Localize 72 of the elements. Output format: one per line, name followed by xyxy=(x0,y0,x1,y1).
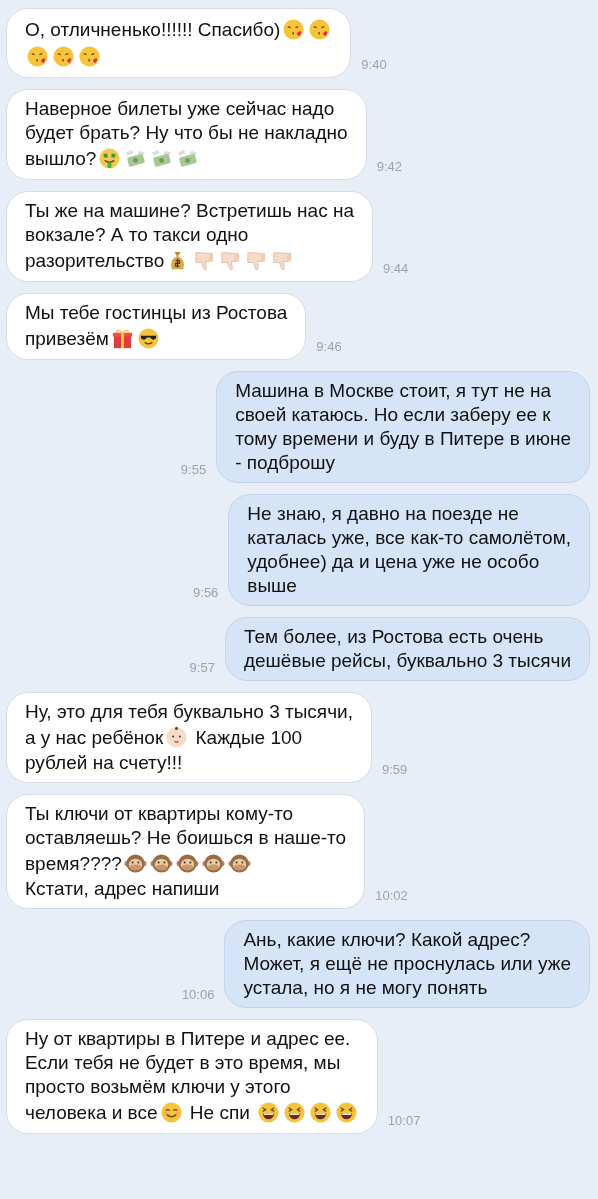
message-text: Кстати, адрес напиши xyxy=(25,877,220,901)
message-text: Ну, это для тебя буквально 3 тысячи, xyxy=(25,700,353,724)
message-text: вышло? xyxy=(25,146,97,171)
thumbs-down-icon xyxy=(244,249,268,272)
thumbs-down-icon xyxy=(218,249,242,272)
message-text: дешёвые рейсы, буквально 3 тысячи xyxy=(243,649,571,673)
message-text: Ты же на машине? Встретишь нас на xyxy=(25,199,354,223)
message-text: разорительство xyxy=(25,248,165,273)
flying-money-icon xyxy=(150,147,174,170)
message-time: 10:02 xyxy=(375,888,408,903)
baby-face-icon xyxy=(165,726,189,749)
message-time: 10:06 xyxy=(181,987,215,1002)
gift-icon xyxy=(110,327,134,350)
message-text: Тем более, из Ростова есть очень xyxy=(243,625,544,649)
message-text: Машина в Москве стоит, я тут не на xyxy=(235,379,552,403)
message-text: Может, я ещё не проснулась или уже xyxy=(243,952,571,976)
kissing-face-icon xyxy=(308,18,332,41)
flying-money-icon xyxy=(176,147,200,170)
message-text: О, отличненько!!!!!! Спасибо) xyxy=(25,17,281,42)
message-text: Если тебя не будет в это время, мы xyxy=(25,1051,341,1075)
message-text: Каждые 100 xyxy=(194,725,303,750)
message-text: время???? xyxy=(25,851,122,876)
monkey-icon xyxy=(175,852,199,875)
thumbs-down-icon xyxy=(192,249,216,272)
message-text: устала, но я не могу понять xyxy=(243,976,488,1000)
kissing-face-icon xyxy=(78,45,101,68)
message-text: оставляешь? Не боишься в наше-то xyxy=(25,826,347,850)
message-text: будет брать? Ну что бы не накладно xyxy=(25,121,348,145)
message-text: тому времени и буду в Питере в июне xyxy=(235,427,571,451)
message-text: Мы тебе гостинцы из Ростова xyxy=(25,301,288,325)
message-text: Не спи xyxy=(188,1100,250,1125)
smiling-face-icon xyxy=(159,1101,183,1124)
message-time: 9:46 xyxy=(316,339,342,354)
message-text: каталась уже, все как-то самолётом, xyxy=(247,526,571,550)
kissing-face-icon xyxy=(26,45,49,68)
money-face-icon xyxy=(98,147,122,170)
monkey-icon xyxy=(149,852,173,875)
laughing-face-icon xyxy=(308,1101,332,1124)
message-time: 10:07 xyxy=(387,1113,421,1128)
message-text: - подброшу xyxy=(235,451,336,475)
thumbs-down-icon xyxy=(270,249,294,272)
message-text: удобнее) да и цена уже не особо xyxy=(247,550,540,574)
message-text: выше xyxy=(247,574,297,598)
monkey-icon xyxy=(227,852,251,875)
message-text: вокзале? А то такси одно xyxy=(25,223,249,247)
message-time: 9:44 xyxy=(383,261,409,276)
message-time: 9:57 xyxy=(189,660,215,675)
laughing-face-icon xyxy=(334,1101,358,1124)
flying-money-icon xyxy=(124,147,148,170)
kissing-face-icon xyxy=(282,18,306,41)
message-text: просто возьмём ключи у этого xyxy=(25,1075,291,1099)
message-text: привезём xyxy=(25,326,109,351)
message-text: своей катаюсь. Но если заберу ее к xyxy=(235,403,551,427)
message-text: Ань, какие ключи? Какой адрес? xyxy=(243,928,531,952)
laughing-face-icon xyxy=(282,1101,306,1124)
message-time: 9:59 xyxy=(381,762,408,777)
message-time: 9:40 xyxy=(361,57,387,72)
message-text: Наверное билеты уже сейчас надо xyxy=(25,97,335,121)
message-text: рублей на счету!!! xyxy=(25,751,183,775)
message-time: 9:42 xyxy=(376,159,402,174)
message-text: человека и все xyxy=(25,1100,158,1125)
monkey-icon xyxy=(123,852,147,875)
message-text: Ты ключи от квартиры кому-то xyxy=(25,802,294,826)
message-time: 9:55 xyxy=(180,462,207,477)
sunglasses-face-icon xyxy=(136,327,160,350)
message-text: Не знаю, я давно на поезде не xyxy=(247,502,519,526)
message-text: а у нас ребёнок xyxy=(25,725,164,750)
laughing-face-icon xyxy=(256,1101,280,1124)
monkey-icon xyxy=(201,852,225,875)
message-text: Ну от квартиры в Питере и адрес ее. xyxy=(25,1027,351,1051)
message-time: 9:56 xyxy=(193,585,219,600)
kissing-face-icon xyxy=(52,45,75,68)
